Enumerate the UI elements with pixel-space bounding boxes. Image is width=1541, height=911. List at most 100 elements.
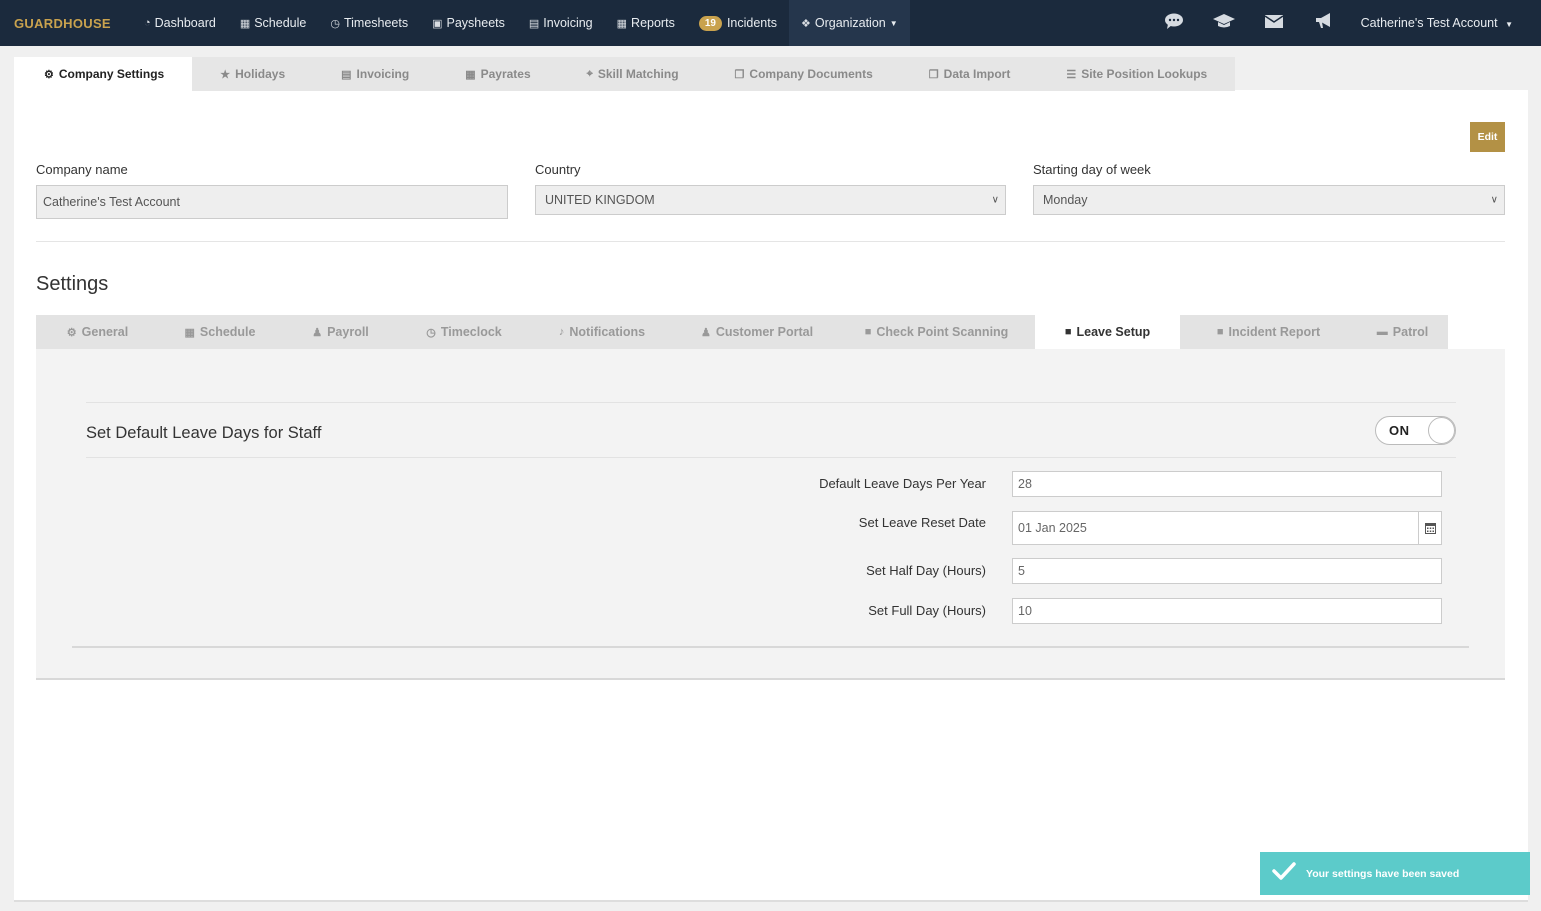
subtab-notifications[interactable]: ♪ Notifications	[528, 315, 676, 349]
tab-label: Site Position Lookups	[1081, 67, 1208, 81]
checkmark-icon	[1272, 860, 1296, 888]
calendar-icon[interactable]	[1418, 512, 1441, 544]
file-icon: ■	[864, 326, 872, 338]
country-label: Country	[535, 162, 581, 177]
top-navbar: GUARDHOUSE ◔ Dashboard ▦ Schedule ◷ Time…	[0, 0, 1541, 46]
nav-incidents-label: Incidents	[726, 16, 777, 30]
calendar-icon: ▦	[465, 68, 476, 81]
full-day-hours-label: Set Full Day (Hours)	[868, 603, 986, 618]
tab-data-import[interactable]: ❐ Data Import	[901, 57, 1039, 91]
tab-skill-matching[interactable]: ⌖ Skill Matching	[559, 57, 707, 91]
nav-timesheets[interactable]: ◷ Timesheets	[318, 0, 420, 46]
file-icon: ■	[1064, 326, 1072, 338]
nav-schedule[interactable]: ▦ Schedule	[228, 0, 319, 46]
tab-company-settings[interactable]: ⚙ Company Settings	[14, 57, 193, 91]
subtab-label: Schedule	[199, 325, 256, 339]
incidents-count-badge: 19	[698, 15, 722, 31]
chevron-down-icon: ∨	[991, 194, 999, 206]
clock-icon: ◷	[426, 326, 436, 339]
graduation-cap-icon[interactable]	[1199, 12, 1249, 35]
nav-organization-label: Organization	[814, 16, 886, 30]
divider	[86, 457, 1456, 458]
country-select[interactable]: UNITED KINGDOM ∨	[535, 185, 1006, 215]
leave-reset-date-input[interactable]: 01 Jan 2025	[1012, 511, 1442, 545]
subtab-check-point-scanning[interactable]: ■ Check Point Scanning	[838, 315, 1035, 349]
company-name-input[interactable]: Catherine's Test Account	[36, 185, 508, 219]
company-name-label: Company name	[36, 162, 128, 177]
tab-payrates[interactable]: ▦ Payrates	[437, 57, 558, 91]
users-icon: ❖	[800, 17, 811, 30]
company-tabs: ⚙ Company Settings ★ Holidays ▤ Invoicin…	[14, 57, 1236, 91]
subtab-patrol[interactable]: ▬ Patrol	[1357, 315, 1448, 349]
nav-timesheets-label: Timesheets	[343, 16, 409, 30]
subtab-general[interactable]: ⚙ General	[36, 315, 159, 349]
tab-site-position-lookups[interactable]: ☰ Site Position Lookups	[1038, 57, 1235, 91]
nav-paysheets-label: Paysheets	[446, 16, 505, 30]
nav-dashboard[interactable]: ◔ Dashboard	[132, 0, 228, 46]
megaphone-icon[interactable]	[1299, 12, 1349, 35]
subtab-label: Check Point Scanning	[876, 325, 1009, 339]
subtab-customer-portal[interactable]: ♟ Customer Portal	[676, 315, 838, 349]
subtab-label: Incident Report	[1228, 325, 1321, 339]
tab-label: Holidays	[235, 67, 286, 81]
leave-days-toggle[interactable]: ON	[1375, 416, 1456, 445]
full-day-hours-input[interactable]: 10	[1012, 598, 1442, 624]
nav-reports-label: Reports	[631, 16, 675, 30]
star-icon: ★	[220, 68, 231, 81]
nav-schedule-label: Schedule	[254, 16, 307, 30]
success-toast[interactable]: Your settings have been saved	[1260, 852, 1530, 895]
leave-reset-date-value: 01 Jan 2025	[1018, 521, 1087, 535]
default-leave-days-input[interactable]: 28	[1012, 471, 1442, 497]
divider	[86, 402, 1456, 403]
toggle-state-label: ON	[1389, 423, 1410, 438]
toast-message: Your settings have been saved	[1306, 867, 1460, 880]
start-day-select[interactable]: Monday ∨	[1033, 185, 1505, 215]
account-menu[interactable]: Catherine's Test Account ▼	[1349, 16, 1541, 30]
nav-invoicing-label: Invoicing	[543, 16, 593, 30]
envelope-icon[interactable]	[1249, 13, 1299, 34]
copy-icon: ❐	[734, 68, 745, 81]
divider	[36, 241, 1505, 242]
subtab-payroll[interactable]: ♟ Payroll	[281, 315, 400, 349]
invoice-icon: ▤	[528, 17, 540, 30]
tab-label: Skill Matching	[597, 67, 679, 81]
tab-label: Data Import	[943, 67, 1011, 81]
chevron-down-icon: ∨	[1490, 194, 1498, 206]
caret-down-icon: ▼	[889, 18, 898, 28]
account-name: Catherine's Test Account	[1360, 16, 1498, 30]
subtab-incident-report[interactable]: ■ Incident Report	[1180, 315, 1357, 349]
table-icon: ▦	[616, 17, 628, 30]
file-icon: ■	[1216, 326, 1224, 338]
nav-dashboard-label: Dashboard	[154, 16, 216, 30]
list-icon: ☰	[1066, 68, 1077, 81]
tab-company-documents[interactable]: ❐ Company Documents	[707, 57, 901, 91]
tab-holidays[interactable]: ★ Holidays	[192, 57, 313, 91]
subtab-label: Payroll	[327, 325, 369, 339]
settings-heading: Settings	[36, 273, 109, 295]
subtab-label: Timeclock	[440, 325, 502, 339]
subtab-label: Customer Portal	[715, 325, 814, 339]
nav-reports[interactable]: ▦ Reports	[605, 0, 687, 46]
nav-paysheets[interactable]: ▣ Paysheets	[420, 0, 517, 46]
chat-icon[interactable]	[1149, 12, 1199, 35]
subtab-leave-setup[interactable]: ■ Leave Setup	[1035, 315, 1180, 349]
nav-invoicing[interactable]: ▤ Invoicing	[517, 0, 605, 46]
divider	[72, 646, 1469, 648]
subtab-schedule[interactable]: ▦ Schedule	[159, 315, 281, 349]
start-day-value: Monday	[1043, 193, 1088, 207]
nav-incidents[interactable]: 19 Incidents	[687, 0, 789, 46]
tab-invoicing[interactable]: ▤ Invoicing	[313, 57, 437, 91]
caret-down-icon: ▼	[1505, 20, 1513, 29]
dashboard-icon: ◔	[144, 17, 151, 29]
tab-label: Company Documents	[749, 67, 873, 81]
brand-logo[interactable]: GUARDHOUSE	[14, 16, 120, 31]
subtab-timeclock[interactable]: ◷ Timeclock	[400, 315, 528, 349]
nav-organization[interactable]: ❖ Organization ▼	[788, 0, 910, 46]
half-day-hours-input[interactable]: 5	[1012, 558, 1442, 584]
edit-button[interactable]: Edit	[1470, 122, 1505, 152]
copy-icon: ❐	[928, 68, 939, 81]
subtab-label: Patrol	[1392, 325, 1429, 339]
tab-label: Invoicing	[356, 67, 410, 81]
user-icon: ♟	[312, 326, 323, 339]
leave-reset-date-label: Set Leave Reset Date	[858, 515, 986, 530]
